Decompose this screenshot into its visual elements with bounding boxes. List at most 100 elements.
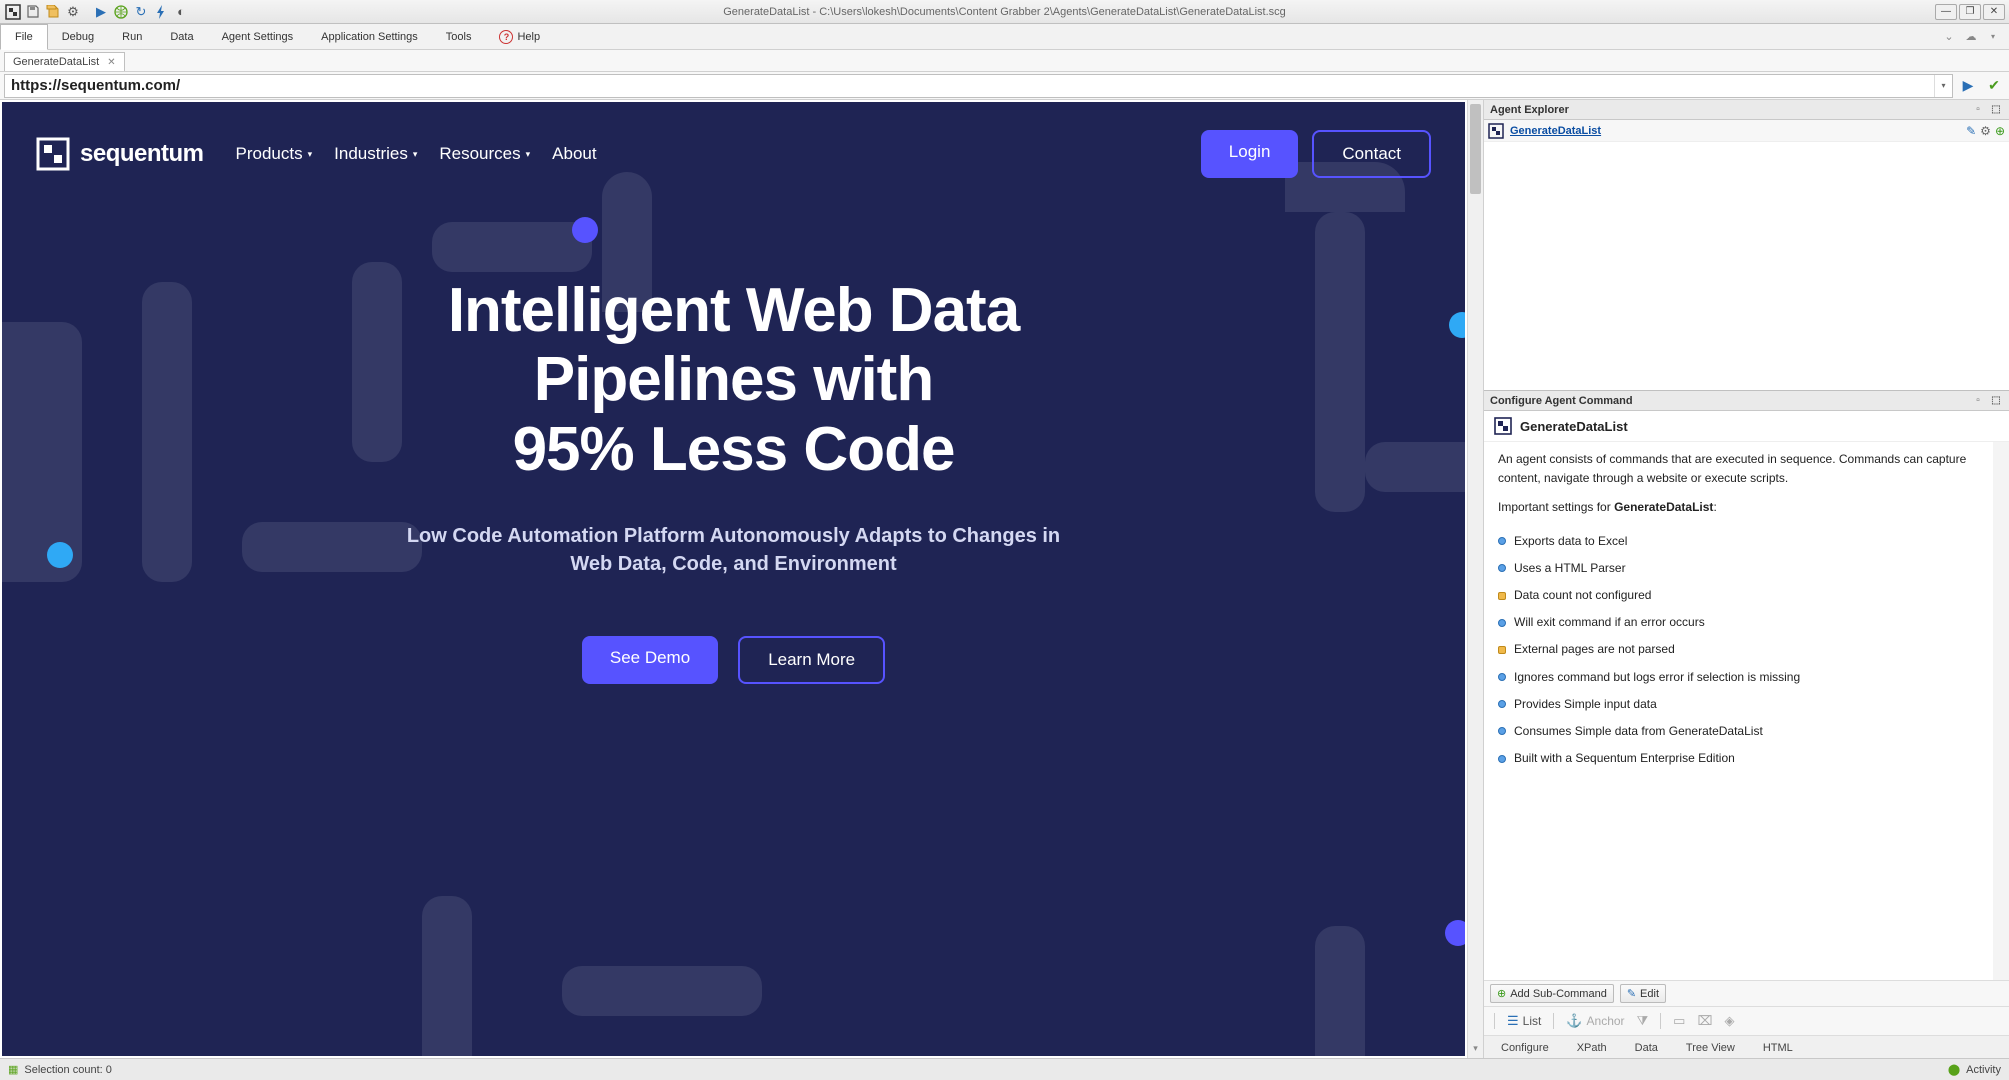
bolt-icon[interactable] xyxy=(152,3,170,21)
explorer-empty-area xyxy=(1484,142,2009,390)
configure-tabs: Configure XPath Data Tree View HTML xyxy=(1484,1036,2009,1058)
menu-file[interactable]: File xyxy=(0,24,48,50)
hero-subtitle: Low Code Automation Platform Autonomousl… xyxy=(42,522,1425,578)
list-tool[interactable]: ☰ List xyxy=(1503,1011,1545,1031)
anchor-tool[interactable]: ⚓ Anchor xyxy=(1562,1011,1628,1031)
panel-pin-icon[interactable]: ⬚ xyxy=(1989,394,2003,408)
dropdown-icon[interactable]: ▾ xyxy=(1985,29,2001,45)
agent-explorer-title: Agent Explorer xyxy=(1490,104,1569,116)
cloud-icon[interactable]: ☁ xyxy=(1963,29,1979,45)
menu-help[interactable]: ? Help xyxy=(485,24,554,49)
accept-button[interactable]: ✔ xyxy=(1983,75,2005,97)
contrast-icon[interactable]: ◐ xyxy=(172,3,190,21)
panel-scrollbar[interactable] xyxy=(1993,442,2009,980)
refresh-icon[interactable]: ↻ xyxy=(132,3,150,21)
settings-item[interactable]: Uses a HTML Parser xyxy=(1498,555,1979,582)
menu-run[interactable]: Run xyxy=(108,24,156,49)
scrollbar-thumb[interactable] xyxy=(1470,104,1481,194)
settings-item[interactable]: Exports data to Excel xyxy=(1498,528,1979,555)
add-icon[interactable]: ⊕ xyxy=(1995,124,2005,138)
box-tool[interactable]: ▭ xyxy=(1669,1011,1689,1031)
agent-row[interactable]: GenerateDataList ✎ ⚙ ⊕ xyxy=(1484,120,2009,142)
edit-button[interactable]: ✎ Edit xyxy=(1620,984,1666,1003)
plus-icon: ⊕ xyxy=(1497,987,1506,1000)
filter-icon: ⧩ xyxy=(1637,1013,1649,1029)
scroll-down-icon[interactable]: ▾ xyxy=(1468,1040,1483,1056)
save-all-icon[interactable] xyxy=(44,3,62,21)
settings-item-text: Built with a Sequentum Enterprise Editio… xyxy=(1514,749,1735,768)
anchor-icon: ⚓ xyxy=(1566,1013,1582,1029)
menu-debug[interactable]: Debug xyxy=(48,24,108,49)
save-icon[interactable] xyxy=(24,3,42,21)
see-demo-button[interactable]: See Demo xyxy=(582,636,718,684)
document-tabs: GenerateDataList ✕ xyxy=(0,50,2009,72)
tab-data[interactable]: Data xyxy=(1622,1038,1671,1058)
browser-scrollbar[interactable]: ▾ xyxy=(1467,100,1483,1058)
learn-more-button[interactable]: Learn More xyxy=(738,636,885,684)
agent-name-link[interactable]: GenerateDataList xyxy=(1510,125,1601,137)
settings-item[interactable]: Built with a Sequentum Enterprise Editio… xyxy=(1498,745,1979,772)
menubar: File Debug Run Data Agent Settings Appli… xyxy=(0,24,2009,50)
delete-tool[interactable]: ⌧ xyxy=(1693,1011,1716,1031)
tab-tree-view[interactable]: Tree View xyxy=(1673,1038,1748,1058)
menu-data[interactable]: Data xyxy=(156,24,207,49)
nav-industries[interactable]: Industries▾ xyxy=(334,144,417,164)
configure-panel-title: Configure Agent Command xyxy=(1490,395,1633,407)
panel-pin-icon[interactable]: ⬚ xyxy=(1989,103,2003,117)
logo-icon xyxy=(36,137,70,171)
tab-configure[interactable]: Configure xyxy=(1488,1038,1562,1058)
menu-tools[interactable]: Tools xyxy=(432,24,486,49)
tab-xpath[interactable]: XPath xyxy=(1564,1038,1620,1058)
settings-gear-icon[interactable]: ⚙ xyxy=(64,3,82,21)
menu-agent-settings[interactable]: Agent Settings xyxy=(208,24,308,49)
nav-resources[interactable]: Resources▾ xyxy=(439,144,530,164)
configure-toolbar: ☰ List ⚓ Anchor ⧩ ▭ ⌧ ◈ xyxy=(1484,1007,2009,1036)
document-tab[interactable]: GenerateDataList ✕ xyxy=(4,52,125,71)
settings-item-text: Will exit command if an error occurs xyxy=(1514,613,1705,632)
settings-item[interactable]: Will exit command if an error occurs xyxy=(1498,609,1979,636)
address-bar: ▾ ▶ ✔ xyxy=(0,72,2009,100)
command-agent-name: GenerateDataList xyxy=(1520,419,1628,434)
activity-label[interactable]: Activity xyxy=(1966,1064,2001,1076)
navigate-button[interactable]: ▶ xyxy=(1957,75,1979,97)
settings-item[interactable]: Data count not configured xyxy=(1498,582,1979,609)
close-button[interactable]: ✕ xyxy=(1983,4,2005,20)
filter-tool[interactable]: ⧩ xyxy=(1633,1011,1653,1031)
add-sub-command-button[interactable]: ⊕ Add Sub-Command xyxy=(1490,984,1614,1003)
edit-icon[interactable]: ✎ xyxy=(1966,124,1976,138)
chevron-down-icon[interactable]: ⌄ xyxy=(1941,29,1957,45)
nav-about[interactable]: About xyxy=(552,144,596,164)
gear-icon[interactable]: ⚙ xyxy=(1980,124,1991,138)
settings-item[interactable]: Consumes Simple data from GenerateDataLi… xyxy=(1498,718,1979,745)
edit-icon: ✎ xyxy=(1627,987,1636,1000)
box-icon: ▭ xyxy=(1673,1013,1685,1029)
maximize-button[interactable]: ❐ xyxy=(1959,4,1981,20)
menu-app-settings[interactable]: Application Settings xyxy=(307,24,432,49)
selection-count: Selection count: 0 xyxy=(24,1064,111,1076)
tab-html[interactable]: HTML xyxy=(1750,1038,1806,1058)
settings-item[interactable]: Ignores command but logs error if select… xyxy=(1498,664,1979,691)
tab-close-icon[interactable]: ✕ xyxy=(107,57,115,68)
minimize-button[interactable]: — xyxy=(1935,4,1957,20)
nav-products[interactable]: Products▾ xyxy=(236,144,313,164)
menu-help-label: Help xyxy=(517,31,540,43)
settings-item[interactable]: External pages are not parsed xyxy=(1498,636,1979,663)
delete-box-icon: ⌧ xyxy=(1697,1013,1712,1029)
globe-icon[interactable] xyxy=(112,3,130,21)
brand-logo[interactable]: sequentum xyxy=(36,137,204,171)
settings-item-text: External pages are not parsed xyxy=(1514,640,1675,659)
panel-maximize-icon[interactable]: ▫ xyxy=(1971,103,1985,117)
settings-item[interactable]: Provides Simple input data xyxy=(1498,691,1979,718)
document-tab-label: GenerateDataList xyxy=(13,56,99,68)
page-navbar: sequentum Products▾ Industries▾ Resource… xyxy=(2,102,1465,206)
panel-maximize-icon[interactable]: ▫ xyxy=(1971,394,1985,408)
info-bullet-icon xyxy=(1498,755,1506,763)
command-actions-row: ⊕ Add Sub-Command ✎ Edit xyxy=(1484,980,2009,1007)
url-input[interactable] xyxy=(5,75,1934,97)
login-button[interactable]: Login xyxy=(1201,130,1299,178)
url-dropdown-icon[interactable]: ▾ xyxy=(1934,75,1952,97)
rendered-page[interactable]: sequentum Products▾ Industries▾ Resource… xyxy=(2,102,1465,1056)
target-tool[interactable]: ◈ xyxy=(1720,1011,1738,1031)
contact-button[interactable]: Contact xyxy=(1312,130,1431,178)
play-icon[interactable]: ▶ xyxy=(92,3,110,21)
